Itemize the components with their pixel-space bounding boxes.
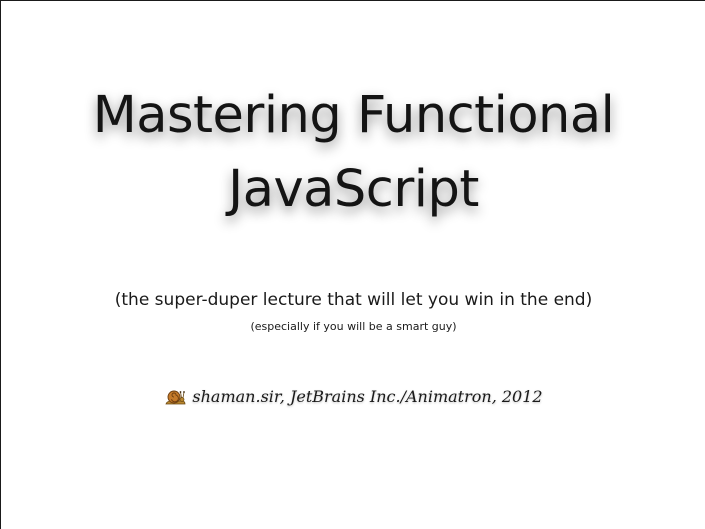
slide-title-line-2: JavaScript: [228, 160, 479, 219]
author-credit: shaman.sir, JetBrains Inc./Animatron, 20…: [192, 387, 543, 406]
snail-icon: [164, 386, 186, 408]
slide-subsubtitle: (especially if you will be a smart guy): [250, 320, 457, 333]
presentation-slide: Mastering Functional JavaScript (the sup…: [0, 0, 705, 529]
slide-title-line-1: Mastering Functional: [92, 86, 615, 145]
slide-subtitle: (the super-duper lecture that will let y…: [114, 290, 593, 310]
author-line: shaman.sir, JetBrains Inc./Animatron, 20…: [1, 386, 705, 408]
slide-title: Mastering Functional JavaScript: [1, 79, 705, 227]
